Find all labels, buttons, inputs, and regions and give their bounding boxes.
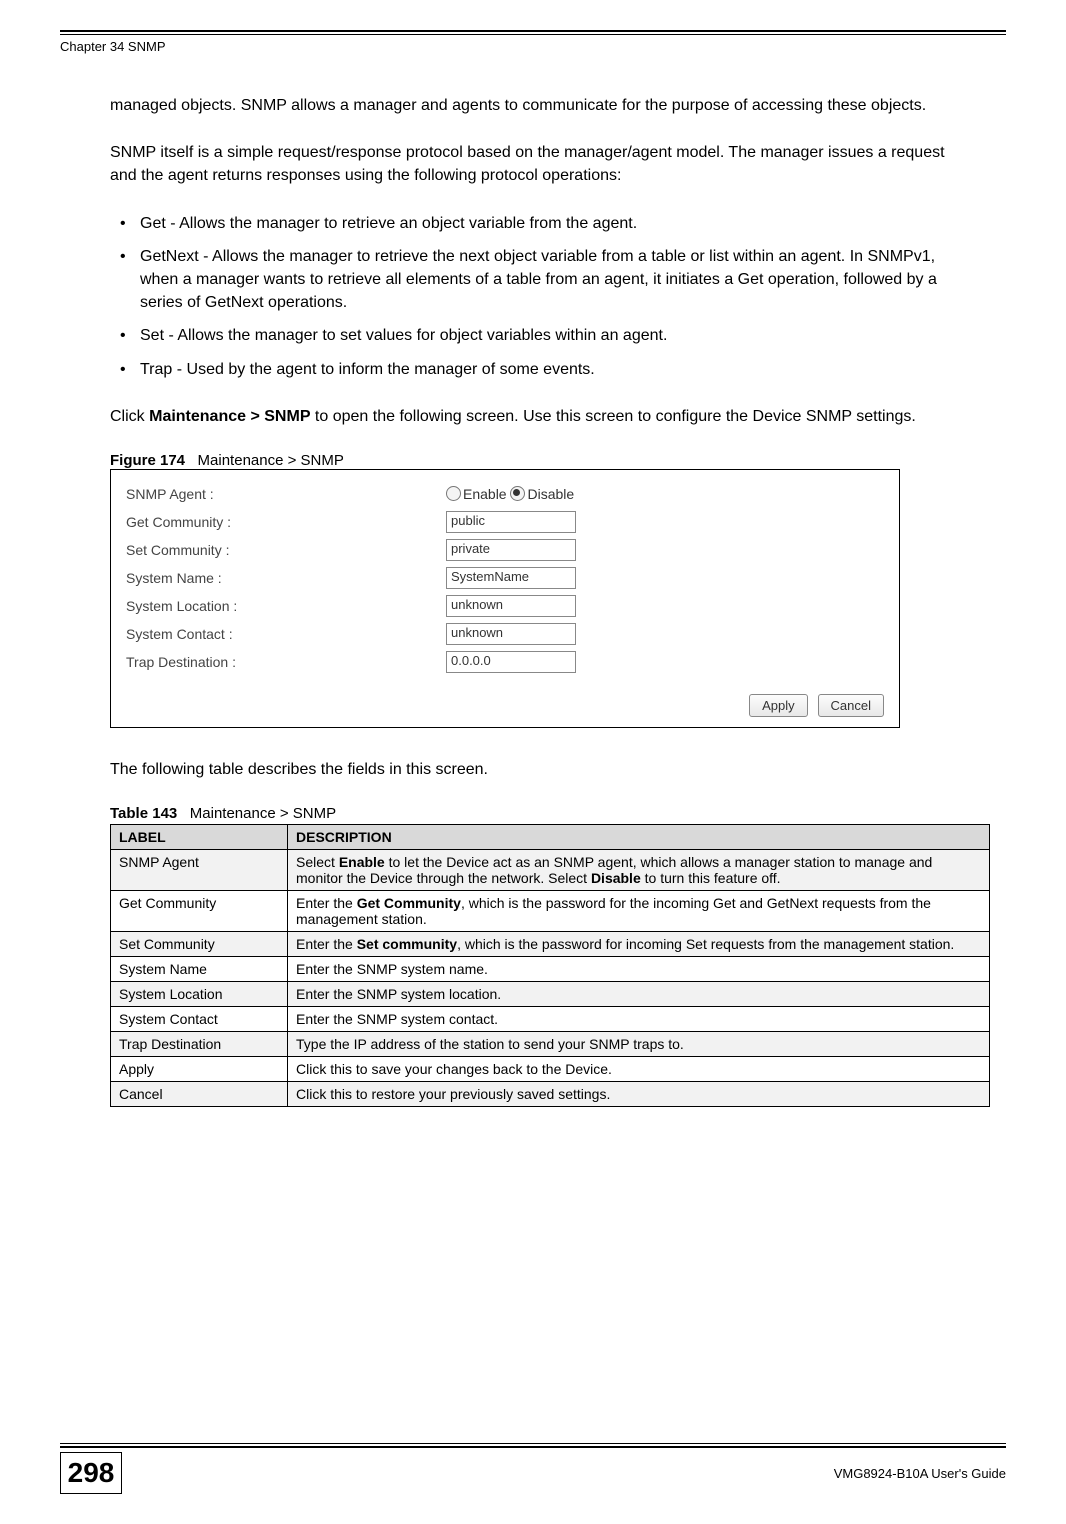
bullet-get: Get - Allows the manager to retrieve an …	[130, 212, 956, 235]
table-number: Table 143	[110, 805, 177, 822]
get-community-label: Get Community :	[126, 514, 446, 530]
table-row: System Contact Enter the SNMP system con…	[111, 1007, 990, 1032]
table-row: System Name Enter the SNMP system name.	[111, 957, 990, 982]
cell-desc: Enter the SNMP system contact.	[288, 1007, 990, 1032]
system-contact-input[interactable]: unknown	[446, 623, 576, 645]
bullet-set: Set - Allows the manager to set values f…	[130, 324, 956, 347]
cell-label: Set Community	[111, 932, 288, 957]
cell-desc: Enter the Set community, which is the pa…	[288, 932, 990, 957]
set-community-label: Set Community :	[126, 542, 446, 558]
cell-desc: Enter the SNMP system location.	[288, 982, 990, 1007]
cell-desc: Type the IP address of the station to se…	[288, 1032, 990, 1057]
table-row: Apply Click this to save your changes ba…	[111, 1057, 990, 1082]
cell-label: SNMP Agent	[111, 850, 288, 891]
th-label: LABEL	[111, 825, 288, 850]
para-3: Click Maintenance > SNMP to open the fol…	[110, 405, 956, 428]
table-caption: Table 143 Maintenance > SNMP	[110, 805, 956, 822]
cell-label: System Location	[111, 982, 288, 1007]
trap-destination-input[interactable]: 0.0.0.0	[446, 651, 576, 673]
t: Get Community	[357, 895, 461, 911]
header-rule-thin	[60, 34, 1006, 35]
t: to turn this feature off.	[641, 870, 781, 886]
para-2: SNMP itself is a simple request/response…	[110, 141, 956, 187]
protocol-bullets: Get - Allows the manager to retrieve an …	[110, 212, 956, 381]
cancel-button[interactable]: Cancel	[818, 694, 884, 717]
cell-desc: Click this to restore your previously sa…	[288, 1082, 990, 1107]
cell-label: System Name	[111, 957, 288, 982]
cell-label: Apply	[111, 1057, 288, 1082]
table-row: System Location Enter the SNMP system lo…	[111, 982, 990, 1007]
header-rule-thick	[60, 30, 1006, 32]
para-3-post: to open the following screen. Use this s…	[310, 408, 915, 425]
figure-number: Figure 174	[110, 452, 185, 469]
snmp-figure: SNMP Agent : Enable Disable Get Communit…	[110, 469, 900, 728]
cell-desc: Enter the Get Community, which is the pa…	[288, 891, 990, 932]
cell-label: Cancel	[111, 1082, 288, 1107]
chapter-label: Chapter 34 SNMP	[60, 39, 1006, 54]
para-1: managed objects. SNMP allows a manager a…	[110, 94, 956, 117]
footer-rule-thin	[60, 1443, 1006, 1444]
snmp-agent-label: SNMP Agent :	[126, 486, 446, 502]
page-number: 298	[60, 1452, 122, 1494]
t: Disable	[591, 870, 641, 886]
t: Set community	[357, 936, 457, 952]
apply-button[interactable]: Apply	[749, 694, 808, 717]
system-name-label: System Name :	[126, 570, 446, 586]
t: , which is the password for incoming Set…	[457, 936, 954, 952]
table-row: Cancel Click this to restore your previo…	[111, 1082, 990, 1107]
para-3-bold: Maintenance > SNMP	[149, 408, 310, 425]
footer-rule-thick	[60, 1446, 1006, 1448]
cell-label: Get Community	[111, 891, 288, 932]
th-description: DESCRIPTION	[288, 825, 990, 850]
system-name-input[interactable]: SystemName	[446, 567, 576, 589]
system-location-label: System Location :	[126, 598, 446, 614]
table-title: Maintenance > SNMP	[190, 805, 336, 822]
cell-desc: Enter the SNMP system name.	[288, 957, 990, 982]
table-header-row: LABEL DESCRIPTION	[111, 825, 990, 850]
trap-destination-label: Trap Destination :	[126, 654, 446, 670]
cell-label: System Contact	[111, 1007, 288, 1032]
t: Enter the	[296, 936, 357, 952]
table-row: Trap Destination Type the IP address of …	[111, 1032, 990, 1057]
para-3-pre: Click	[110, 408, 149, 425]
para-4: The following table describes the fields…	[110, 758, 956, 781]
cell-desc: Select Enable to let the Device act as a…	[288, 850, 990, 891]
table-row: SNMP Agent Select Enable to let the Devi…	[111, 850, 990, 891]
cell-desc: Click this to save your changes back to …	[288, 1057, 990, 1082]
cell-label: Trap Destination	[111, 1032, 288, 1057]
t: Enter the	[296, 895, 357, 911]
bullet-trap: Trap - Used by the agent to inform the m…	[130, 358, 956, 381]
table-row: Get Community Enter the Get Community, w…	[111, 891, 990, 932]
figure-title: Maintenance > SNMP	[198, 452, 344, 469]
t: Enable	[339, 854, 385, 870]
bullet-getnext: GetNext - Allows the manager to retrieve…	[130, 245, 956, 315]
figure-caption: Figure 174 Maintenance > SNMP	[110, 452, 956, 469]
snmp-table: LABEL DESCRIPTION SNMP Agent Select Enab…	[110, 824, 990, 1107]
get-community-input[interactable]: public	[446, 511, 576, 533]
radio-disable-text: Disable	[527, 486, 574, 502]
set-community-input[interactable]: private	[446, 539, 576, 561]
table-row: Set Community Enter the Set community, w…	[111, 932, 990, 957]
radio-enable-text: Enable	[463, 486, 507, 502]
footer: 298 VMG8924-B10A User's Guide	[60, 1443, 1006, 1494]
radio-disable[interactable]	[510, 486, 525, 501]
system-contact-label: System Contact :	[126, 626, 446, 642]
system-location-input[interactable]: unknown	[446, 595, 576, 617]
t: Select	[296, 854, 339, 870]
guide-name: VMG8924-B10A User's Guide	[834, 1466, 1006, 1481]
radio-enable[interactable]	[446, 486, 461, 501]
